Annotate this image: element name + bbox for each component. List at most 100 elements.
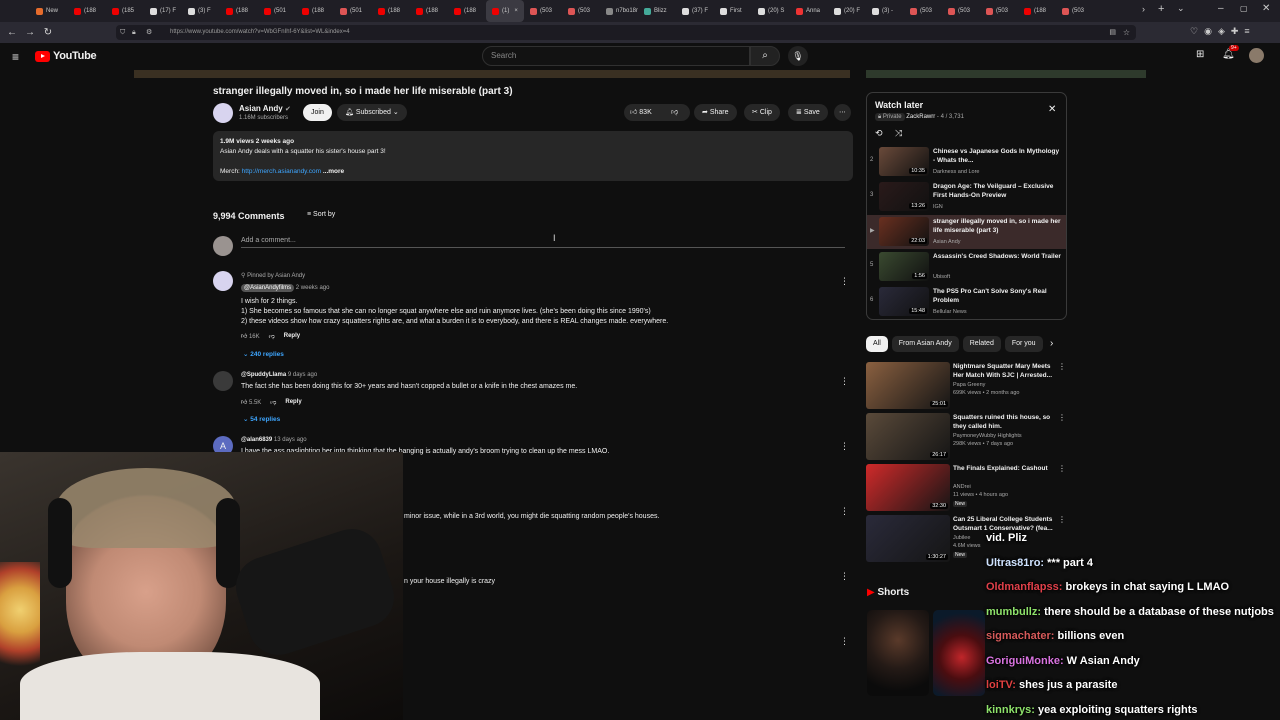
reload-icon[interactable]: ↻ xyxy=(39,27,57,38)
playlist-owner[interactable]: ZackRawrr xyxy=(906,114,935,120)
browser-tab[interactable]: (503 xyxy=(904,0,942,22)
browser-tab[interactable]: New xyxy=(30,0,68,22)
comment-like-button[interactable]: 👍︎ 5.5K xyxy=(241,398,261,406)
share-button[interactable]: ➦ Share xyxy=(694,104,737,121)
comment-like-button[interactable]: 👍︎ 16K xyxy=(241,332,260,340)
channel-name[interactable]: Asian Andy ✔ xyxy=(239,104,291,113)
comment-menu-icon[interactable]: ⋮ xyxy=(840,441,849,452)
chips-next-icon[interactable]: › xyxy=(1050,338,1053,349)
maximize-icon[interactable]: ▢ xyxy=(1240,4,1248,13)
guide-menu-icon[interactable]: ≡ xyxy=(12,50,19,64)
browser-tab[interactable]: (501 xyxy=(334,0,372,22)
chip-from-channel[interactable]: From Asian Andy xyxy=(891,336,959,352)
comment-menu-icon[interactable]: ⋮ xyxy=(840,571,849,582)
comment-time[interactable]: 9 days ago xyxy=(288,372,317,378)
address-bar[interactable]: ⛉ 🔒︎ ⚙ https://www.youtube.com/watch?v=W… xyxy=(116,25,1136,40)
chip-for-you[interactable]: For you xyxy=(1004,336,1043,352)
minimize-icon[interactable]: – xyxy=(1218,3,1224,14)
menu-icon[interactable]: ≡ xyxy=(1244,26,1249,37)
browser-tab[interactable]: First xyxy=(714,0,752,22)
playlist-item[interactable]: ▶ 22:03 stranger illegally moved in, so i … xyxy=(867,215,1066,249)
browser-tab[interactable]: (503 xyxy=(1056,0,1094,22)
merch-link[interactable]: http://merch.asianandy.com xyxy=(242,168,321,175)
reply-button[interactable]: Reply xyxy=(285,399,301,405)
browser-tab[interactable]: (3) - xyxy=(866,0,904,22)
browser-tab[interactable]: (188 xyxy=(296,0,334,22)
lock-icon[interactable]: 🔒︎ xyxy=(132,25,136,40)
reader-view-icon[interactable]: ▤ xyxy=(1109,25,1116,40)
browser-tab[interactable]: (3) F xyxy=(182,0,220,22)
close-window-icon[interactable]: ✕ xyxy=(1262,3,1270,14)
extension-icon[interactable]: ◈ xyxy=(1218,26,1225,37)
browser-tab[interactable]: (20) F xyxy=(828,0,866,22)
comment-dislike-button[interactable]: 👎︎ xyxy=(269,332,275,340)
tab-list-dropdown-icon[interactable]: ⌄ xyxy=(1177,3,1185,14)
view-replies-button[interactable]: ⌄ 54 replies xyxy=(243,415,280,423)
comment-menu-icon[interactable]: ⋮ xyxy=(840,376,849,387)
browser-tab[interactable]: (17) F xyxy=(144,0,182,22)
show-more-button[interactable]: ...more xyxy=(323,168,344,175)
video-menu-icon[interactable]: ⋮ xyxy=(1058,464,1066,473)
comment-author[interactable]: @alan6839 xyxy=(241,437,272,443)
tab-scroll-right-icon[interactable]: › xyxy=(1142,4,1145,14)
browser-tab[interactable]: (188 xyxy=(68,0,106,22)
search-button[interactable]: ⌕ xyxy=(750,46,780,66)
clip-button[interactable]: ✂ Clip xyxy=(744,104,780,121)
close-playlist-icon[interactable]: ✕ xyxy=(1048,104,1056,115)
sort-by-button[interactable]: ≡ Sort by xyxy=(307,211,335,218)
browser-tab[interactable]: (503 xyxy=(980,0,1018,22)
account-icon[interactable]: ◉ xyxy=(1204,26,1212,37)
more-actions-button[interactable]: ⋯ xyxy=(834,104,851,121)
playlist-item[interactable]: 3 13:26 Dragon Age: The Veilguard – Exclus… xyxy=(867,180,1066,214)
browser-tab[interactable]: (501 xyxy=(258,0,296,22)
like-button[interactable]: 👍︎ 83K xyxy=(630,104,652,121)
comment-avatar[interactable] xyxy=(213,271,233,291)
shuffle-icon[interactable]: ⤨ xyxy=(895,128,902,139)
search-input[interactable]: Search xyxy=(482,46,750,66)
browser-tab[interactable]: (185 xyxy=(106,0,144,22)
browser-tab[interactable]: (188 xyxy=(220,0,258,22)
account-avatar[interactable] xyxy=(1249,48,1264,63)
new-tab-icon[interactable]: + xyxy=(1158,3,1164,15)
comment-time[interactable]: 13 days ago xyxy=(274,437,307,443)
playlist-item[interactable]: 5 1:56 Assassin's Creed Shadows: World Tra… xyxy=(867,250,1066,284)
video-menu-icon[interactable]: ⋮ xyxy=(1058,515,1066,524)
recommended-video[interactable]: 32:30 The Finals Explained: Cashout ANDrei… xyxy=(866,464,1066,512)
extensions-puzzle-icon[interactable]: ✚ xyxy=(1231,26,1239,37)
comment-dislike-button[interactable]: 👎︎ xyxy=(270,398,276,406)
add-comment-input[interactable]: Add a comment... xyxy=(241,237,845,248)
browser-tab[interactable]: (188 xyxy=(372,0,410,22)
view-replies-button[interactable]: ⌄ 240 replies xyxy=(243,350,284,358)
back-icon[interactable]: ← xyxy=(3,27,21,38)
reply-button[interactable]: Reply xyxy=(284,333,300,339)
browser-tab[interactable]: (503 xyxy=(524,0,562,22)
short-thumbnail[interactable] xyxy=(867,610,929,696)
recommended-video[interactable]: 26:17 Squatters ruined this house, so the… xyxy=(866,413,1066,461)
browser-tab[interactable]: Blizz xyxy=(638,0,676,22)
playlist-title[interactable]: Watch later xyxy=(875,100,923,110)
pocket-icon[interactable]: ♡ xyxy=(1190,26,1198,37)
description-box[interactable]: 1.9M views 2 weeks ago Asian Andy deals … xyxy=(213,131,853,181)
browser-tab[interactable]: (188 xyxy=(410,0,448,22)
subscribed-button[interactable]: 🔔︎ Subscribed ⌄ xyxy=(337,104,407,121)
comment-author[interactable]: @AsianAndyfilms xyxy=(241,284,295,292)
short-thumbnail[interactable] xyxy=(933,610,985,696)
channel-avatar[interactable] xyxy=(213,103,233,123)
shield-icon[interactable]: ⛉ xyxy=(120,25,125,40)
chip-related[interactable]: Related xyxy=(962,336,1001,352)
browser-tab[interactable]: (37) F xyxy=(676,0,714,22)
dislike-button[interactable]: 👎︎ xyxy=(671,104,678,121)
comment-menu-icon[interactable]: ⋮ xyxy=(840,276,849,287)
close-tab-icon[interactable]: × xyxy=(514,8,518,14)
chip-all[interactable]: All xyxy=(866,336,888,352)
comment-avatar[interactable] xyxy=(213,371,233,391)
video-player-bottom-edge[interactable] xyxy=(134,70,850,78)
browser-tab[interactable]: (503 xyxy=(942,0,980,22)
browser-tab[interactable]: (188 xyxy=(448,0,486,22)
comment-time[interactable]: 2 weeks ago xyxy=(296,285,330,291)
video-menu-icon[interactable]: ⋮ xyxy=(1058,413,1066,422)
video-menu-icon[interactable]: ⋮ xyxy=(1058,362,1066,371)
loop-icon[interactable]: ⟲ xyxy=(875,128,883,139)
playlist-item[interactable]: 2 10:35 Chinese vs Japanese Gods In Mythol… xyxy=(867,145,1066,179)
youtube-logo[interactable]: YouTube xyxy=(35,50,97,62)
